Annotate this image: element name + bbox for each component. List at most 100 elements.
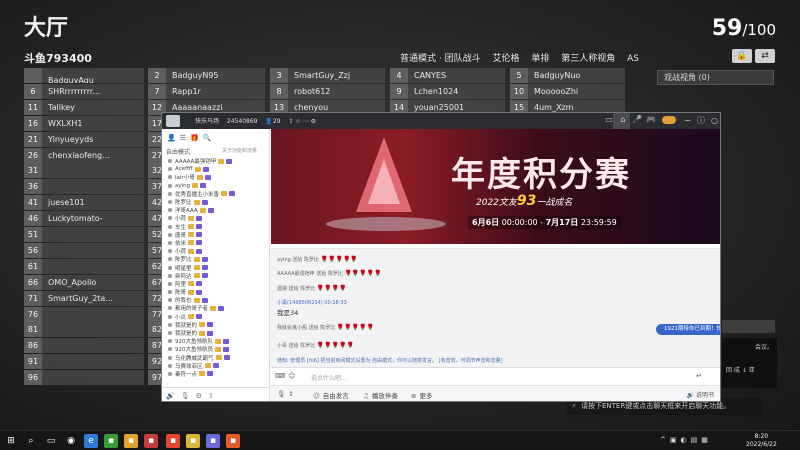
search-icon[interactable]: ⌕ [24,434,38,448]
windows-start-icon[interactable]: ⊞ [4,434,18,448]
player-slot[interactable]: 31 [24,163,144,179]
member-list-item[interactable]: 我就是的 [168,329,264,337]
player-slot[interactable]: 46 Luckytomato- [24,211,144,227]
promo-banner[interactable]: 年度积分赛 2022文友93一战成名 6月6日 00:00:00 - 7月17日… [271,129,720,244]
gift-icon[interactable]: 🎁 [190,134,199,142]
promo-bubble[interactable]: 1921期待你已到期！快来免费领取吧 [656,324,720,335]
ime-icon[interactable]: ▤ [691,436,698,444]
player-slot[interactable]: 91 [24,354,144,370]
member-list-item[interactable]: 马化腾威武霸气 [168,354,264,362]
folder-icon[interactable]: ▪ [124,434,138,448]
player-slot[interactable]: 11 Tallkey [24,99,144,115]
player-slot[interactable]: 6 SHRrrrrrrrrr... [24,83,144,99]
member-list-item[interactable]: 马赛球菲区 [168,362,264,370]
player-slot[interactable]: 71 SmartGuy_2ta... [24,290,144,306]
member-list-item[interactable]: 我就是的 [168,321,264,329]
mic-icon[interactable]: 🎤 [630,115,644,124]
volume-icon[interactable]: ◐ [681,436,687,444]
screen-icon[interactable]: ▭ [602,115,616,124]
player-slot[interactable]: 96 [24,370,144,386]
player-slot[interactable]: 66 OMO_Apollo [24,274,144,290]
member-list-item[interactable]: lalr小哥 [168,173,264,181]
player-slot[interactable]: 3 SmartGuy_Zzj [270,68,385,83]
chat-input[interactable]: 说点什么吧... [311,373,347,382]
member-list-item[interactable]: 920大鱼领航员 [168,345,264,353]
settings-icon[interactable]: ⚙ [196,392,202,400]
member-list-item[interactable]: 明星里 [168,263,264,272]
spectate-button[interactable]: 观战视角 (0) [657,70,774,85]
member-list-item[interactable]: 920大鱼领航队 [168,337,264,345]
list-icon[interactable]: ☰ [180,134,186,142]
member-list-item[interactable]: 陈哥 [168,288,264,296]
member-list-item[interactable]: 小瓜 [168,313,264,321]
member-list-item[interactable]: 阿里 [168,280,264,288]
member-list-item[interactable]: 陈罗比 [168,198,264,206]
player-slot[interactable]: 16 WXLXH1 [24,115,144,131]
app-icon[interactable]: ▪ [226,434,240,448]
network-icon[interactable]: ▣ [670,436,677,444]
player-slot[interactable]: 4 CANYES [390,68,505,83]
app-icon[interactable]: ▪ [104,434,118,448]
close-icon[interactable]: ○ [711,116,718,125]
player-slot[interactable]: BadguyAqu [24,68,144,83]
player-slot[interactable]: 51 [24,227,144,242]
search-icon[interactable]: 🔍 [203,134,212,142]
member-list-item[interactable]: 依米 [168,239,264,247]
player-slot[interactable]: 9 Lchen1024 [390,83,505,99]
star-icon[interactable]: ☆ [295,118,300,125]
member-list-item[interactable]: aying [168,182,264,190]
share-icon[interactable]: ⇪ [288,118,293,125]
more-icon[interactable]: ⋯ [303,118,309,125]
home-icon[interactable]: ⌂ [616,115,630,124]
task-view-icon[interactable]: ▭ [44,434,58,448]
settings-icon[interactable]: ⚙ [311,118,316,125]
pubg-icon[interactable]: ▪ [186,434,200,448]
gamepad-icon[interactable]: 🎮 [644,115,658,124]
toggle-switch[interactable] [662,116,676,124]
member-list-item[interactable]: AAAAA最强铠甲 [168,157,264,165]
taskbar-clock[interactable]: 8:20 2022/6/22 [746,433,777,449]
lock-icon[interactable]: 🔒 [732,49,752,63]
player-slot[interactable]: 36 [24,179,144,195]
mic-button[interactable]: 🎙 ↕ [277,390,297,398]
member-list-item[interactable]: 唐哥 [168,231,264,239]
member-list-item[interactable]: 都用的哥子者 [168,304,264,312]
member-list-item[interactable]: 车生 [168,223,264,231]
send-icon[interactable]: ↵ [696,372,702,380]
edge-icon[interactable]: e [84,434,98,448]
member-list-item[interactable]: 的我也 [168,296,264,304]
info-icon[interactable]: ⓘ [697,116,705,125]
help-button[interactable]: 🔊 说明书 [687,390,714,399]
member-list-item[interactable]: 洋哥AAA [168,206,264,214]
free-speech-button[interactable]: ☺ 自由发言 [313,390,349,400]
chevron-up-icon[interactable]: ^ [660,436,666,444]
player-slot[interactable]: 76 [24,306,144,322]
member-list-item[interactable]: Aceffff [168,165,264,173]
player-slot[interactable]: 7 Rapp1r [148,83,265,99]
streamer-avatar[interactable] [166,115,180,127]
accompany-button[interactable]: ♫ 播放伴奏 [363,390,398,400]
player-slot[interactable]: 61 [24,258,144,274]
browser-icon[interactable]: ◉ [64,434,78,448]
player-slot[interactable]: 26 chenxiaofeng... [24,147,144,163]
member-list-item[interactable]: 新阿达 [168,272,264,280]
player-slot[interactable]: 41 juese101 [24,195,144,211]
more-button[interactable]: ⊕ 更多 [411,390,432,400]
player-slot[interactable]: 10 MoooooZhi [510,83,625,99]
minimize-icon[interactable]: − [684,116,691,125]
swap-icon[interactable]: ⇄ [755,49,775,63]
player-slot[interactable]: 86 [24,338,144,354]
speaker-icon[interactable]: 🔊 [166,392,175,400]
player-slot[interactable]: 21 Yinyueyyds [24,131,144,147]
player-slot[interactable]: 5 BadguyNuo [510,68,625,83]
player-slot[interactable]: 2 BadguyN95 [148,68,265,83]
up-icon[interactable]: ⇧ [208,392,214,400]
player-slot[interactable]: 81 [24,322,144,338]
member-list-item[interactable]: 陈罗比 [168,255,264,263]
member-list-item[interactable]: 小荷 [168,214,264,222]
player-slot[interactable]: 56 [24,242,144,258]
app-icon[interactable]: ▪ [144,434,158,448]
member-list-item[interactable]: 秦符一点 [168,370,264,378]
player-slot[interactable]: 8 robot612 [270,83,385,99]
emoji-icon[interactable]: ☺ [288,372,295,380]
